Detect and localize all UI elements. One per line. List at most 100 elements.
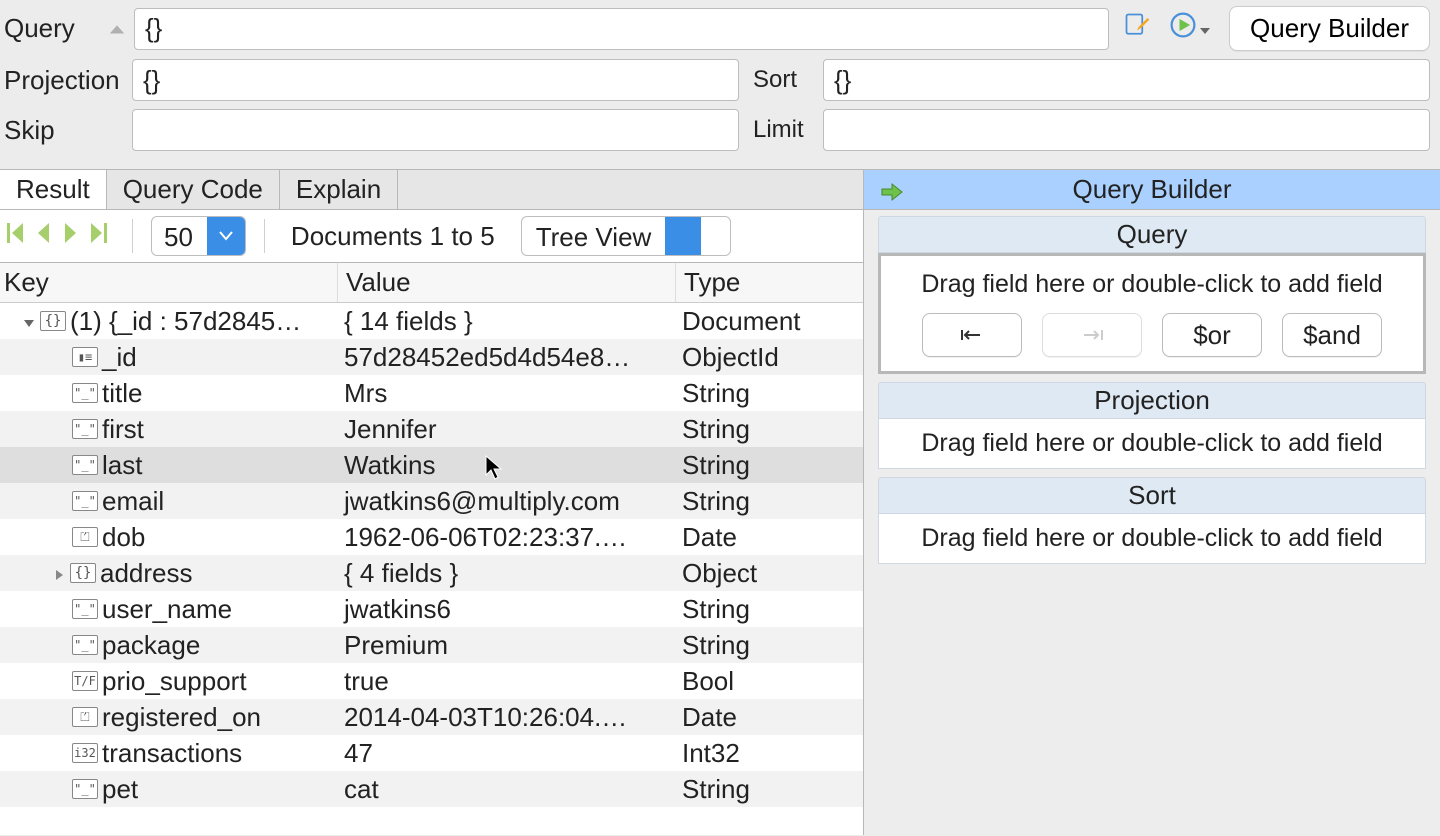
field-type-icon: "_" (72, 779, 98, 799)
table-row[interactable]: i32transactions47Int32 (0, 735, 863, 771)
sort-input[interactable]: {} (823, 59, 1430, 101)
object-icon: {} (40, 311, 66, 331)
column-type[interactable]: Type (676, 263, 863, 302)
table-row[interactable]: T/Fprio_supporttrueBool (0, 663, 863, 699)
qb-query-drop[interactable]: Drag field here or double-click to add f… (878, 253, 1426, 374)
cell-value: 47 (338, 738, 676, 769)
query-builder-header: Query Builder (864, 170, 1440, 210)
divider (132, 219, 133, 253)
qb-and-button[interactable]: $and (1282, 313, 1382, 357)
table-row[interactable]: "_"packagePremiumString (0, 627, 863, 663)
arrow-right-icon[interactable] (878, 178, 906, 213)
cell-key: {}address (0, 558, 338, 589)
cell-key: ⏍registered_on (0, 702, 338, 733)
table-row[interactable]: "_"emailjwatkins6@multiply.comString (0, 483, 863, 519)
results-tabs: Result Query Code Explain (0, 170, 863, 210)
projection-label: Projection (0, 65, 132, 96)
field-type-icon: i32 (72, 743, 98, 763)
cell-type: String (676, 486, 863, 517)
cell-key: "_"email (0, 486, 338, 517)
table-row[interactable]: "_"titleMrsString (0, 375, 863, 411)
table-row[interactable]: ⏍dob1962-06-06T02:23:37.…Date (0, 519, 863, 555)
field-type-icon: "_" (72, 491, 98, 511)
cell-type: String (676, 774, 863, 805)
tab-explain[interactable]: Explain (280, 170, 398, 209)
projection-input[interactable]: {} (132, 59, 739, 101)
table-row[interactable]: "_"lastWatkinsString (0, 447, 863, 483)
run-button[interactable] (1169, 11, 1211, 46)
table-row[interactable]: ⏍registered_on2014-04-03T10:26:04.…Date (0, 699, 863, 735)
cell-type: Document (676, 306, 863, 337)
cell-value: 1962-06-06T02:23:37.… (338, 522, 676, 553)
last-page-icon[interactable] (88, 219, 110, 254)
qb-projection-drop[interactable]: Drag field here or double-click to add f… (878, 419, 1426, 469)
table-row[interactable]: "_"user_namejwatkins6String (0, 591, 863, 627)
cell-key: "_"package (0, 630, 338, 661)
column-key[interactable]: Key (0, 263, 338, 302)
column-value[interactable]: Value (338, 263, 676, 302)
cell-key: ▮≡_id (0, 342, 338, 373)
edit-icon[interactable] (1123, 11, 1151, 46)
cell-value: Premium (338, 630, 676, 661)
disclosure-down-icon[interactable] (22, 306, 36, 337)
prev-page-icon[interactable] (32, 219, 54, 254)
qb-or-button[interactable]: $or (1162, 313, 1262, 357)
tab-query-code[interactable]: Query Code (107, 170, 280, 209)
qb-sort-section: Sort Drag field here or double-click to … (878, 477, 1426, 564)
table-row[interactable]: "_"firstJenniferString (0, 411, 863, 447)
cell-type: String (676, 630, 863, 661)
cell-type: Date (676, 702, 863, 733)
mouse-cursor-icon (485, 455, 503, 488)
cell-key: i32transactions (0, 738, 338, 769)
field-key: prio_support (102, 666, 247, 697)
cell-value: Watkins (338, 450, 676, 481)
qb-outdent-button[interactable] (922, 313, 1022, 357)
field-key: last (102, 450, 142, 481)
table-row[interactable]: {}(1) {_id : 57d2845…{ 14 fields }Docume… (0, 303, 863, 339)
collapse-icon[interactable] (108, 15, 126, 43)
disclosure-right-icon[interactable] (52, 558, 66, 589)
query-builder-button[interactable]: Query Builder (1229, 6, 1430, 51)
tab-result[interactable]: Result (0, 170, 107, 209)
first-page-icon[interactable] (4, 219, 26, 254)
cell-value: 2014-04-03T10:26:04.… (338, 702, 676, 733)
qb-query-title: Query (878, 216, 1426, 253)
skip-input[interactable] (132, 109, 739, 151)
cell-value: cat (338, 774, 676, 805)
results-columns: Key Value Type (0, 263, 863, 303)
field-type-icon: ▮≡ (72, 347, 98, 367)
page-size-select[interactable]: 50 (151, 216, 246, 256)
cell-key: T/Fprio_support (0, 666, 338, 697)
skip-label: Skip (0, 115, 132, 146)
table-row[interactable]: {}address{ 4 fields }Object (0, 555, 863, 591)
field-type-icon: "_" (72, 635, 98, 655)
cell-key: "_"title (0, 378, 338, 409)
field-type-icon: "_" (72, 419, 98, 439)
dropdown-chevron-icon[interactable] (1199, 15, 1211, 43)
field-key: registered_on (102, 702, 261, 733)
table-row[interactable]: "_"petcatString (0, 771, 863, 807)
cell-value: Mrs (338, 378, 676, 409)
object-icon: {} (70, 563, 96, 583)
qb-indent-button[interactable] (1042, 313, 1142, 357)
limit-input[interactable] (823, 109, 1430, 151)
view-mode-select[interactable]: Tree View (521, 216, 731, 256)
cell-key: "_"user_name (0, 594, 338, 625)
results-pane: Result Query Code Explain 50 Documents 1… (0, 170, 864, 835)
document-count: Documents 1 to 5 (291, 221, 495, 252)
cell-type: String (676, 414, 863, 445)
next-page-icon[interactable] (60, 219, 82, 254)
cell-value: true (338, 666, 676, 697)
query-builder-title: Query Builder (1073, 174, 1232, 205)
cell-key: "_"first (0, 414, 338, 445)
table-row[interactable]: ▮≡_id57d28452ed5d4d54e8…ObjectId (0, 339, 863, 375)
query-input[interactable]: {} (134, 8, 1109, 50)
qb-query-section: Query Drag field here or double-click to… (878, 216, 1426, 374)
field-key: (1) {_id : 57d2845… (70, 306, 301, 337)
field-key: _id (102, 342, 137, 373)
qb-sort-drop[interactable]: Drag field here or double-click to add f… (878, 514, 1426, 564)
sort-label: Sort (753, 66, 823, 94)
field-key: user_name (102, 594, 232, 625)
cell-type: Int32 (676, 738, 863, 769)
cell-type: Date (676, 522, 863, 553)
